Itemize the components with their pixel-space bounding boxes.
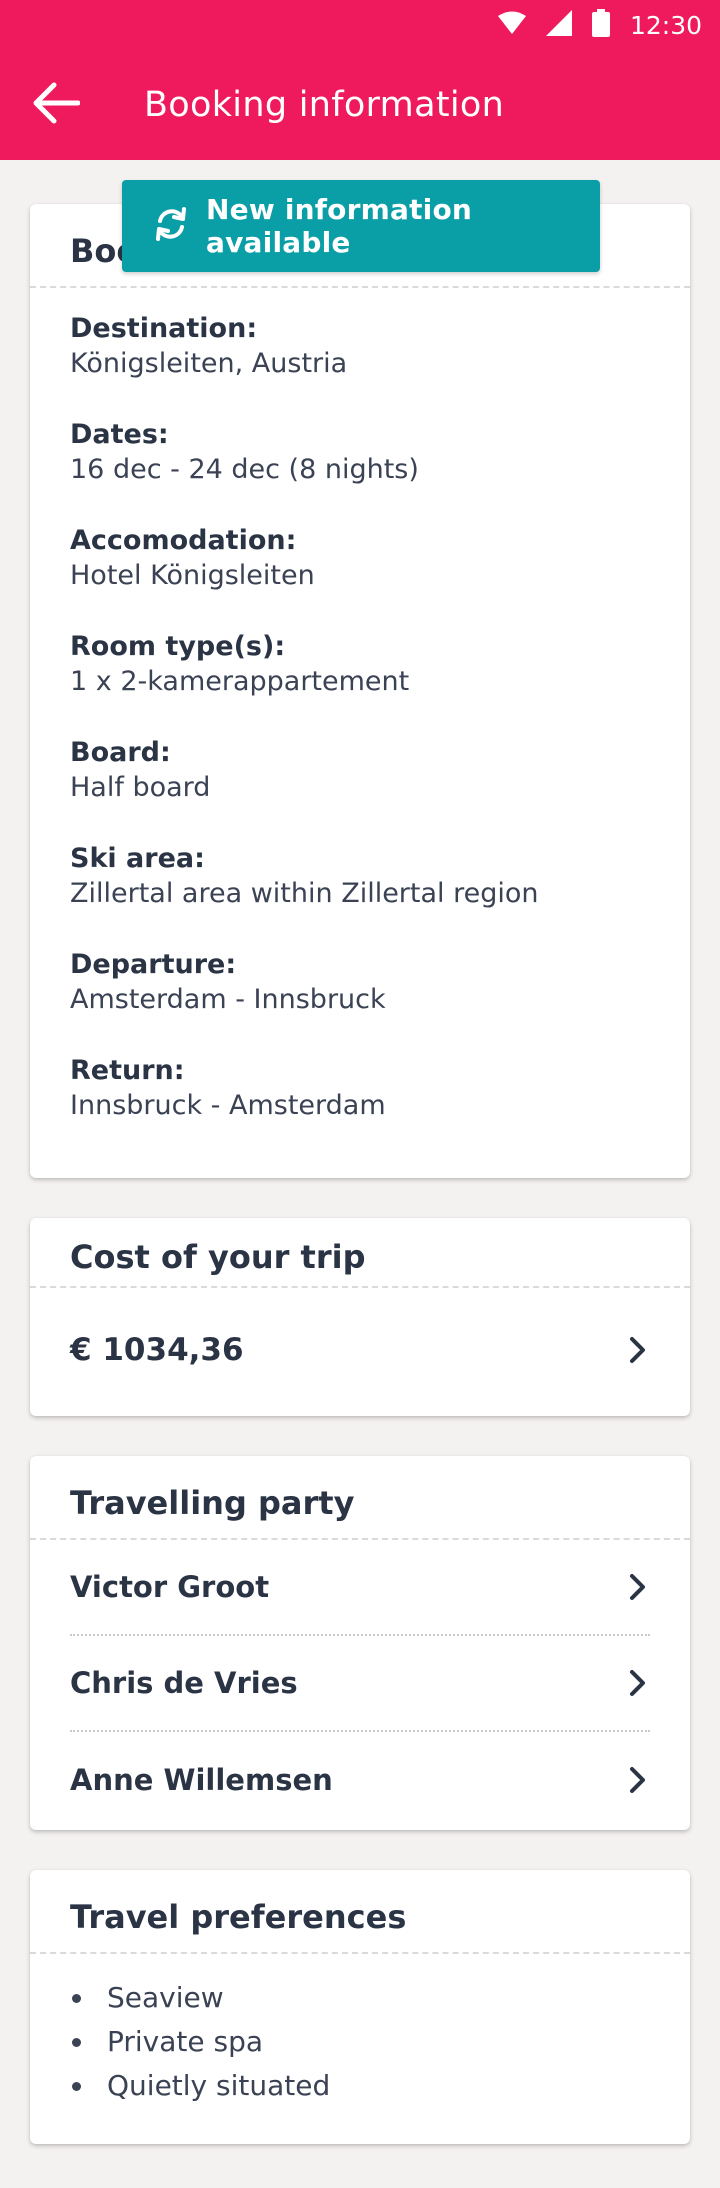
list-item: Private spa [70,2020,650,2064]
bullet-icon [72,2081,81,2091]
list-item: Seaview [70,1976,650,2020]
party-member-name: Chris de Vries [70,1666,298,1700]
bullet-icon [72,2037,81,2047]
cost-row[interactable]: € 1034,36 [70,1288,650,1412]
toolbar: Booking information [0,50,720,160]
signal-icon [545,10,572,40]
wifi-icon [497,11,526,39]
preferences-list: Seaview Private spa Quietly situated [70,1954,650,2136]
field-dates: Dates: 16 dec - 24 dec (8 nights) [70,418,650,524]
back-button[interactable] [6,50,106,160]
app-bar: 12:30 Booking information [0,0,720,160]
field-value: Innsbruck - Amsterdam [70,1090,386,1121]
field-value: Amsterdam - Innsbruck [70,984,386,1015]
chevron-right-icon [626,1335,650,1365]
field-label: Accomodation: [70,525,297,556]
cost-amount: € 1034,36 [70,1332,244,1368]
back-arrow-icon [32,81,81,129]
status-bar: 12:30 [0,0,720,50]
preference-label: Quietly situated [107,2069,331,2102]
field-label: Return: [70,1055,185,1086]
party-member-row[interactable]: Chris de Vries [70,1636,650,1732]
field-label: Board: [70,737,171,768]
bullet-icon [72,1993,81,2003]
field-label: Ski area: [70,843,205,874]
list-item: Quietly situated [70,2064,650,2108]
travelling-party-card: Travelling party Victor Groot Chris de V… [30,1456,690,1830]
toast-label: New information available [206,193,473,259]
field-label: Departure: [70,949,237,980]
party-member-row[interactable]: Victor Groot [70,1540,650,1636]
party-member-name: Victor Groot [70,1570,270,1604]
preference-label: Private spa [107,2025,264,2058]
field-board: Board: Half board [70,736,650,842]
field-room-type: Room type(s): 1 x 2-kamerappartement [70,630,650,736]
travel-preferences-header: Travel preferences [30,1870,690,1954]
field-value: 1 x 2-kamerappartement [70,666,410,697]
field-value: Königsleiten, Austria [70,348,348,379]
booking-fields: Destination: Königsleiten, Austria Dates… [70,288,650,1160]
travelling-party-header: Travelling party [30,1456,690,1540]
party-list: Victor Groot Chris de Vries Anne Willems… [70,1540,650,1828]
field-ski-area: Ski area: Zillertal area within Zillerta… [70,842,650,948]
cost-card: Cost of your trip € 1034,36 [30,1218,690,1416]
chevron-right-icon [626,1765,650,1795]
field-value: 16 dec - 24 dec (8 nights) [70,454,419,485]
field-label: Dates: [70,419,169,450]
field-value: Hotel Königsleiten [70,560,315,591]
field-return: Return: Innsbruck - Amsterdam [70,1054,650,1160]
field-departure: Departure: Amsterdam - Innsbruck [70,948,650,1054]
party-member-row[interactable]: Anne Willemsen [70,1732,650,1828]
field-destination: Destination: Königsleiten, Austria [70,312,650,418]
chevron-right-icon [626,1668,650,1698]
field-label: Room type(s): [70,631,286,662]
booking-details-card: Booking details Destination: Königsleite… [30,204,690,1178]
field-label: Destination: [70,313,258,344]
refresh-icon [152,205,190,247]
preference-label: Seaview [107,1981,224,2014]
travel-preferences-card: Travel preferences Seaview Private spa Q… [30,1870,690,2144]
cost-header: Cost of your trip [30,1218,690,1288]
chevron-right-icon [626,1572,650,1602]
field-accommodation: Accomodation: Hotel Königsleiten [70,524,650,630]
field-value: Half board [70,772,211,803]
party-member-name: Anne Willemsen [70,1763,333,1797]
new-information-toast[interactable]: New information available [122,180,600,272]
status-time: 12:30 [629,10,702,40]
field-value: Zillertal area within Zillertal region [70,878,539,909]
battery-icon [591,9,610,41]
page-title: Booking information [144,85,505,125]
